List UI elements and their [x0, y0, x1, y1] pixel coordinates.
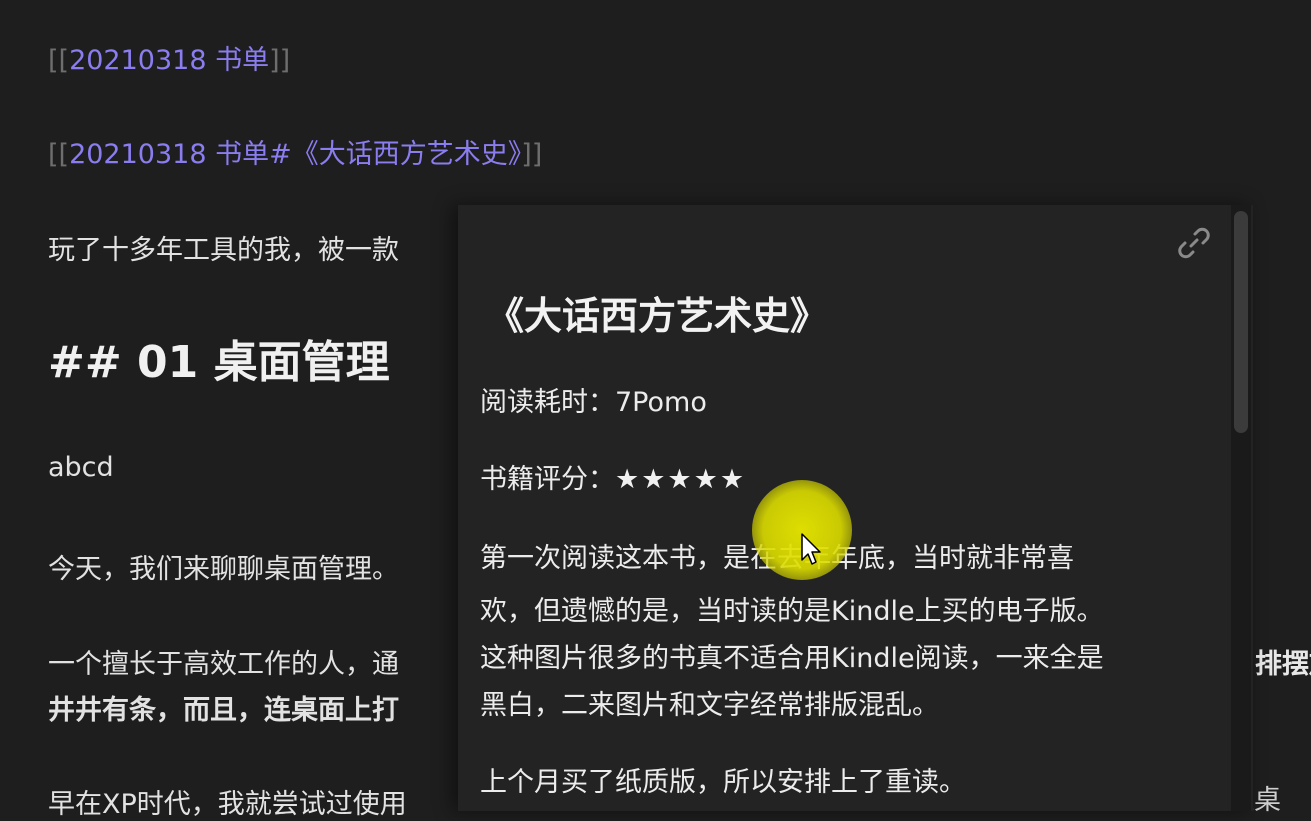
abcd-line: abcd — [48, 452, 114, 483]
paragraph-line: 黑白，二来图片和文字经常排版混乱。 — [480, 690, 939, 721]
note-editor[interactable]: [[20210318 书单]] [[20210318 书单#《大话西方艺术史》]… — [0, 0, 1311, 820]
wikilink-close-bracket: ]] — [269, 45, 291, 76]
reading-time-value: 7Pomo — [615, 387, 707, 418]
mouse-pointer-icon — [800, 532, 824, 568]
xp-paragraph: 早在XP时代，我就尝试过使用 — [48, 789, 407, 820]
today-paragraph: 今天，我们来聊聊桌面管理。 — [48, 554, 399, 585]
star-rating: ★★★★★ — [615, 464, 747, 495]
paragraph-line: 这种图片很多的书真不适合用Kindle阅读，一来全是 — [480, 643, 1104, 674]
popover-title: 《大话西方艺术史》 — [486, 294, 829, 338]
wikilink-line-2[interactable]: [[20210318 书单#《大话西方艺术史》]] — [48, 132, 542, 171]
section-heading: ## 01 桌面管理 — [48, 337, 390, 388]
efficient-paragraph: 一个擅长于高效工作的人，通 — [48, 649, 399, 680]
intro-paragraph: 玩了十多年工具的我，被一款 — [48, 235, 399, 266]
reading-time-label: 阅读耗时： — [480, 387, 615, 418]
orderly-bold-text: 井井有条，而且，连桌面上打 — [48, 695, 399, 726]
scrollbar-thumb[interactable] — [1234, 211, 1248, 433]
wikilink-line-1[interactable]: [[20210318 书单]] — [48, 38, 290, 77]
paragraph-line: 欢，但遗憾的是，当时读的是Kindle上买的电子版。 — [480, 596, 1104, 627]
rating-label: 书籍评分： — [480, 464, 615, 495]
wikilink-close-bracket: ]] — [521, 139, 543, 170]
popover-scrollbar[interactable] — [1231, 205, 1251, 811]
reading-time-row: 阅读耗时：7Pomo — [480, 380, 707, 419]
paragraph-line: 上个月买了纸质版，所以安排上了重读。 — [480, 767, 966, 798]
right-overflow-text: 排摆放 — [1255, 649, 1311, 680]
rating-row: 书籍评分：★★★★★ — [480, 457, 746, 496]
wikilink-target[interactable]: 20210318 书单 — [69, 45, 269, 76]
link-icon[interactable] — [1174, 223, 1214, 263]
wikilink-open-bracket: [[ — [48, 139, 70, 170]
wikilink-target[interactable]: 20210318 书单#《大话西方艺术史》 — [69, 139, 521, 170]
wikilink-open-bracket: [[ — [48, 45, 70, 76]
hover-preview-popover[interactable]: 《大话西方艺术史》 阅读耗时：7Pomo 书籍评分：★★★★★ 第一次阅读这本书… — [458, 205, 1253, 811]
